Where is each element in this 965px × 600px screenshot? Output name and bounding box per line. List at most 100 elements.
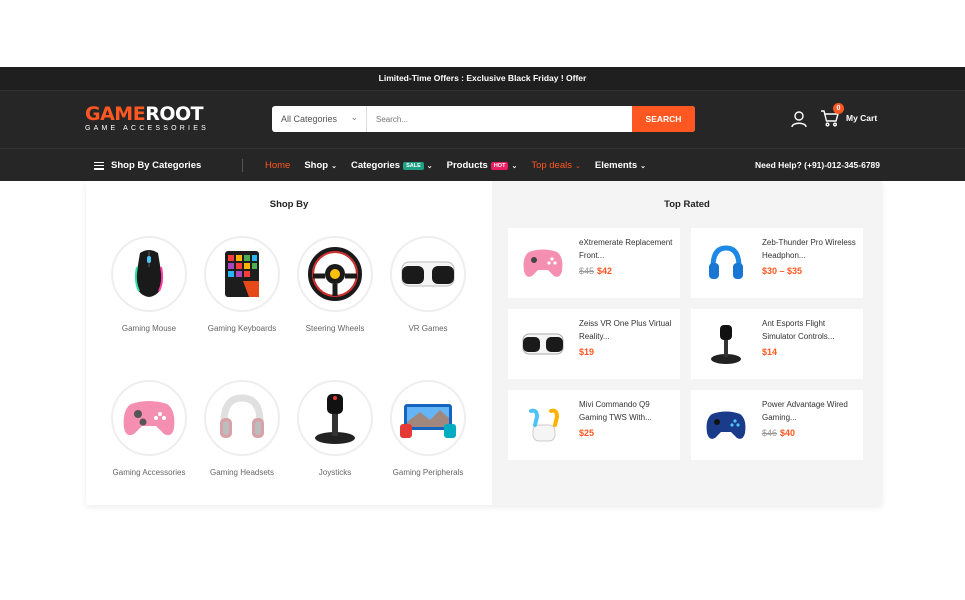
shop-by-title: Shop By (269, 199, 309, 210)
product-current-price: $19 (579, 347, 595, 357)
header: GAMEROOT GAME ACCESSORIES All Categories… (0, 90, 965, 148)
nav-elements-label: Elements (594, 160, 638, 171)
product-price: $46 $40 (762, 428, 795, 438)
brand-tagline: GAME ACCESSORIES (85, 125, 209, 132)
product-card[interactable]: Zeiss VR One Plus Virtual Reality... $19 (508, 309, 680, 379)
category-gaming-keyboards[interactable]: Gaming Keyboards (196, 236, 288, 336)
search-category-select[interactable]: All Categories ⌄ (272, 106, 367, 132)
chevron-down-icon: ⌄ (426, 162, 433, 170)
product-price: $25 (579, 428, 594, 438)
search-input[interactable] (367, 106, 632, 132)
shop-by-categories-button[interactable]: Shop By Categories (94, 149, 201, 182)
chevron-down-icon: ⌄ (350, 112, 358, 122)
nav-home-label: Home (265, 160, 291, 171)
controller-icon (518, 242, 568, 284)
joystick-icon (297, 380, 373, 456)
hot-badge: HOT (490, 161, 509, 170)
top-rated-panel: Top Rated eXtremerate Replacement Front.… (492, 181, 882, 505)
headset-icon (204, 380, 280, 456)
product-card[interactable]: Zeb-Thunder Pro Wireless Headphon... $30… (691, 228, 863, 298)
product-name: eXtremerate Replacement Front... (579, 238, 673, 260)
product-card[interactable]: Mivi Commando Q9 Gaming TWS With... $25 (508, 390, 680, 460)
nav-products-label: Products (446, 160, 488, 171)
wheel-icon (297, 236, 373, 312)
brand-logo[interactable]: GAMEROOT GAME ACCESSORIES (85, 105, 215, 135)
joystick-icon (701, 323, 751, 365)
announcement-text: Limited-Time Offers : Exclusive Black Fr… (378, 73, 587, 83)
category-label: Gaming Mouse (121, 324, 177, 333)
help-phone[interactable]: Need Help? (+91)-012-345-6789 (755, 149, 880, 182)
nav-top-deals-label: Top deals (531, 160, 572, 171)
cart-count-badge: 0 (833, 103, 844, 114)
product-price: $19 (579, 347, 594, 357)
category-gaming-peripherals[interactable]: Gaming Peripherals (382, 380, 474, 480)
sale-badge: SALE (403, 161, 424, 170)
product-card[interactable]: Ant Esports Flight Simulator Controls...… (691, 309, 863, 379)
earbuds-icon (518, 404, 568, 446)
category-gaming-mouse[interactable]: Gaming Mouse (103, 236, 195, 336)
product-card[interactable]: eXtremerate Replacement Front... $45 $42 (508, 228, 680, 298)
product-name: Zeb-Thunder Pro Wireless Headphon... (762, 238, 856, 260)
product-price: $45 $42 (579, 266, 612, 276)
nav-shop[interactable]: Shop ⌄ (304, 160, 337, 171)
controller-icon (111, 380, 187, 456)
headphone-icon (701, 242, 751, 284)
chevron-down-icon: ⌄ (331, 162, 337, 170)
brand-name-part1: GAME (85, 103, 146, 125)
mega-menu: Shop By Gaming Mouse Gaming Keyboards St… (86, 181, 882, 505)
category-label: Gaming Accessories (112, 468, 186, 477)
product-current-price: $42 (597, 266, 613, 276)
category-label: Gaming Headsets (209, 468, 275, 477)
product-current-price: $40 (780, 428, 796, 438)
product-name: Ant Esports Flight Simulator Controls... (762, 319, 835, 341)
shop-by-categories-label: Shop By Categories (111, 160, 202, 171)
cart-icon: 0 (820, 103, 844, 128)
nav-shop-label: Shop (304, 160, 329, 171)
category-steering-wheels[interactable]: Steering Wheels (289, 236, 381, 336)
keyboard-icon (204, 236, 280, 312)
vr-icon (518, 323, 568, 365)
product-price: $30 – $35 (762, 266, 802, 276)
product-old-price: $45 (579, 266, 595, 276)
main-nav: Shop By Categories Home Shop ⌄ Categories… (0, 148, 965, 181)
product-current-price: $25 (579, 428, 595, 438)
category-label: Joysticks (318, 468, 352, 477)
product-current-price: $30 – $35 (762, 266, 803, 276)
cart-button[interactable]: 0 My Cart (820, 103, 878, 128)
product-name: Power Advantage Wired Gaming... (762, 400, 848, 422)
nav-elements[interactable]: Elements ⌄ (595, 160, 646, 171)
user-icon[interactable] (790, 110, 808, 128)
nav-home[interactable]: Home (265, 160, 290, 171)
category-vr-games[interactable]: VR Games (382, 236, 474, 336)
nav-products[interactable]: Products HOT ⌄ (447, 160, 518, 171)
product-price: $14 (762, 347, 777, 357)
cart-label: My Cart (846, 113, 878, 123)
product-old-price: $46 (762, 428, 778, 438)
category-gaming-accessories[interactable]: Gaming Accessories (103, 380, 195, 480)
category-label: Gaming Keyboards (207, 324, 277, 333)
chevron-down-icon: ⌄ (511, 162, 518, 170)
category-gaming-headsets[interactable]: Gaming Headsets (196, 380, 288, 480)
announcement-bar: Limited-Time Offers : Exclusive Black Fr… (0, 67, 965, 90)
nav-links: Home Shop ⌄ Categories SALE ⌄ Products HOT ⌄ … (265, 149, 660, 182)
mouse-icon (111, 236, 187, 312)
search-category-value: All Categories (281, 114, 338, 124)
vr-icon (390, 236, 466, 312)
chevron-down-icon: ⌄ (574, 162, 581, 170)
search-button[interactable]: SEARCH (632, 106, 695, 132)
category-joysticks[interactable]: Joysticks (289, 380, 381, 480)
nav-categories-label: Categories (350, 160, 401, 171)
top-rated-title: Top Rated (664, 199, 710, 210)
product-current-price: $14 (762, 347, 778, 357)
brand-name-part2: ROOT (145, 103, 204, 125)
nav-top-deals[interactable]: Top deals ⌄ (531, 160, 581, 171)
product-card[interactable]: Power Advantage Wired Gaming... $46 $40 (691, 390, 863, 460)
phone-trigger-icon (390, 380, 466, 456)
search-bar: All Categories ⌄ SEARCH (272, 106, 695, 132)
product-name: Zeiss VR One Plus Virtual Reality... (579, 319, 672, 341)
shop-by-panel: Shop By Gaming Mouse Gaming Keyboards St… (86, 181, 492, 505)
category-label: Steering Wheels (305, 324, 365, 333)
nav-categories[interactable]: Categories SALE ⌄ (351, 160, 433, 171)
category-label: Gaming Peripherals (392, 468, 464, 477)
chevron-down-icon: ⌄ (640, 162, 646, 170)
